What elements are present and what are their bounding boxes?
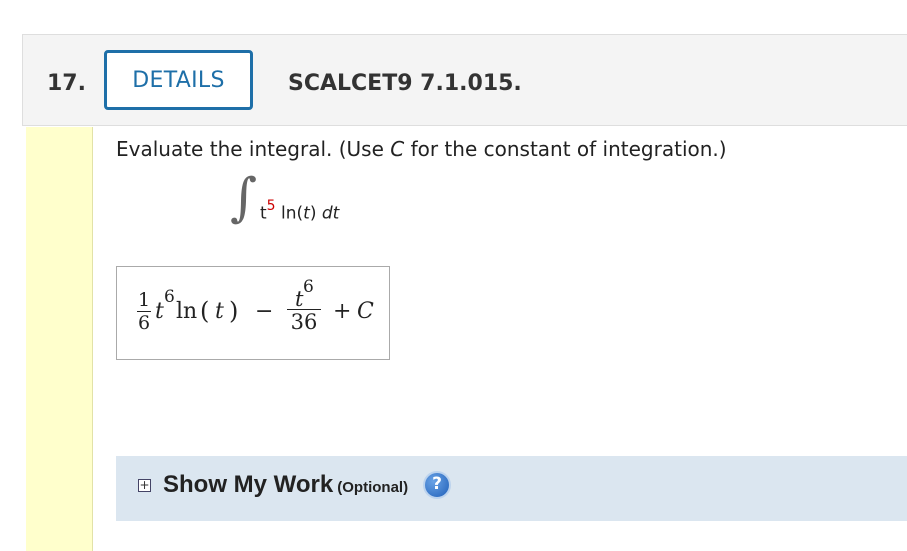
details-button[interactable]: DETAILS — [104, 50, 253, 110]
answer-t1: t — [155, 299, 164, 324]
integrand: t5 ln(t) dt — [260, 198, 340, 224]
fraction-denominator: 36 — [290, 310, 318, 334]
answer-ln: ln — [176, 299, 198, 324]
question-header: 17. DETAILS SCALCET9 7.1.015. — [22, 34, 907, 126]
optional-label: (Optional) — [337, 479, 409, 496]
show-my-work-panel[interactable]: + Show My Work (Optional) ? — [116, 456, 907, 521]
integral-sign-icon: ∫ — [230, 168, 258, 228]
frac2-power: 6 — [303, 277, 314, 297]
answer-t2: t — [215, 299, 224, 324]
answer-plus: + — [333, 299, 352, 324]
prompt-text-after: for the constant of integration.) — [404, 137, 727, 161]
fraction-t6-over-36: t6 36 — [287, 277, 321, 334]
question-prompt: Evaluate the integral. (Use C for the co… — [116, 137, 727, 161]
answer-power1: 6 — [164, 287, 175, 307]
answer-math: 1 6 t 6 ln ( t ) − t6 36 + C — [133, 275, 383, 355]
fraction-numerator: t6 — [287, 277, 321, 311]
show-my-work-label[interactable]: Show My Work (Optional) — [163, 471, 408, 499]
prompt-variable: C — [390, 137, 405, 161]
answer-constant: C — [357, 299, 374, 324]
fraction-numerator: 1 — [137, 289, 151, 311]
show-my-work-text: Show My Work — [163, 471, 334, 498]
integrand-base: t — [260, 203, 267, 224]
integral-expression: ∫ t5 ln(t) dt — [230, 172, 390, 256]
answer-lparen: ( — [200, 297, 210, 325]
integrand-arg: t — [303, 203, 310, 224]
answer-input[interactable]: 1 6 t 6 ln ( t ) − t6 36 + C — [116, 266, 390, 360]
integrand-dt: dt — [321, 203, 340, 224]
help-icon[interactable]: ? — [423, 471, 451, 499]
question-number: 17. — [47, 71, 86, 96]
integrand-power: 5 — [266, 198, 276, 214]
question-code: SCALCET9 7.1.015. — [288, 71, 522, 96]
integrand-close: ) — [309, 203, 322, 224]
expand-plus-icon[interactable]: + — [138, 479, 151, 492]
fraction-denominator: 6 — [137, 312, 151, 334]
integrand-func: ln( — [275, 203, 304, 224]
answer-rparen: ) — [229, 297, 239, 325]
answer-minus: − — [255, 299, 274, 324]
question-sidebar — [26, 127, 93, 551]
fraction-one-sixth: 1 6 — [137, 289, 151, 334]
prompt-text-before: Evaluate the integral. (Use — [116, 137, 391, 161]
